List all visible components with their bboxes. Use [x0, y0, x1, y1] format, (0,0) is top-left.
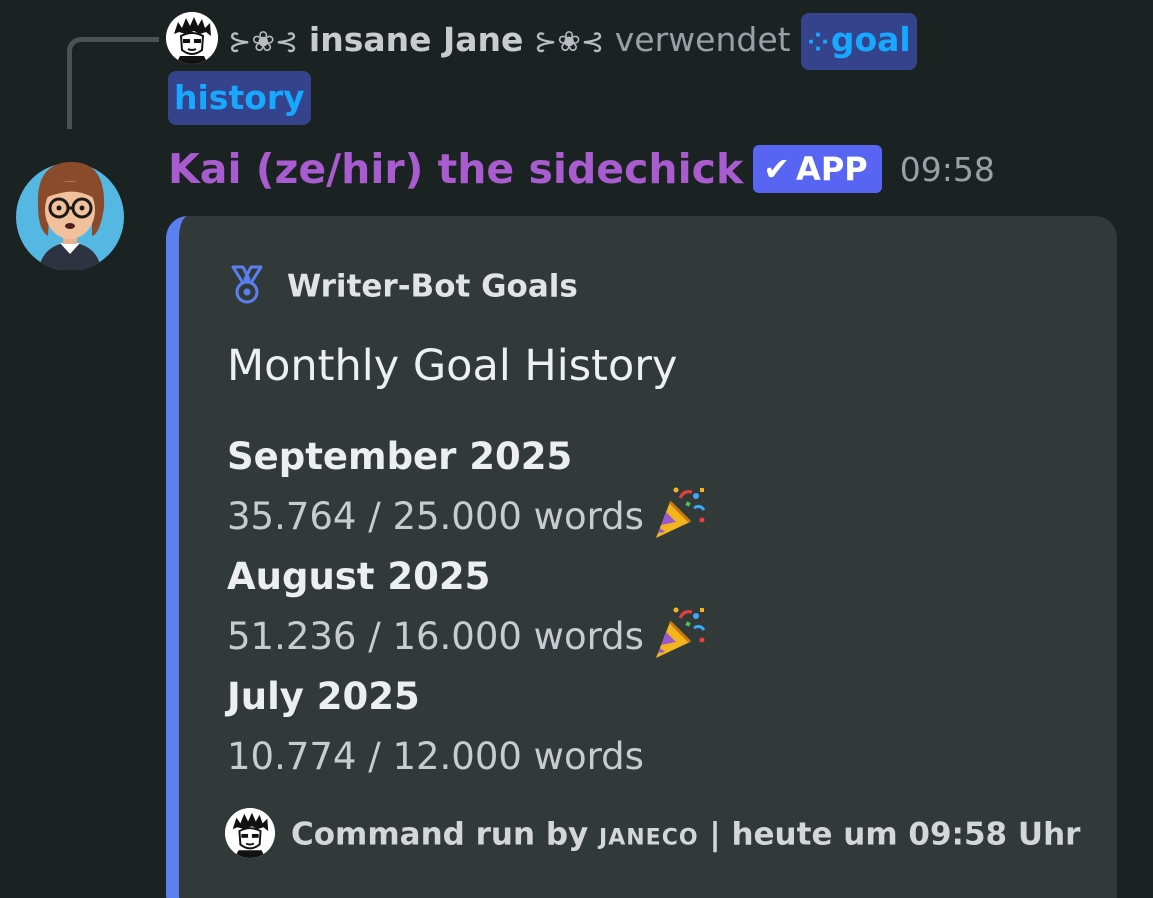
goal-progress: 10.774 / 12.000 words — [227, 726, 708, 788]
goal-month: September 2025 — [227, 435, 573, 478]
goal-progress-text: 35.764 / 25.000 words — [227, 495, 644, 538]
chat-view: ⊱❀⊰ insane Jane ⊱❀⊰ verwendet ⁘goal hist… — [0, 0, 1153, 898]
bot-username[interactable]: Kai (ze/hir) the sidechick — [168, 145, 743, 193]
embed-author: Writer-Bot Goals — [229, 265, 578, 308]
embed-footer: Command run by janeco | heute um 09:58 U… — [225, 808, 1081, 861]
footer-username: janeco — [599, 816, 699, 853]
embed-title: Monthly Goal History — [227, 341, 678, 391]
message-header: Kai (ze/hir) the sidechick ✔ APP 09:58 — [168, 145, 995, 193]
footer-timestamp: | heute um 09:58 Uhr — [709, 816, 1081, 853]
goal-entry: July 2025 10.774 / 12.000 words — [227, 668, 708, 788]
goal-history-embed: Writer-Bot Goals Monthly Goal History Se… — [166, 216, 1117, 898]
goal-progress: 51.236 / 16.000 words — [227, 606, 708, 668]
reply-action-text: verwendet — [614, 20, 791, 59]
app-command-icon: ⁘ — [807, 28, 829, 58]
goal-list: September 2025 35.764 / 25.000 words Aug… — [227, 428, 708, 788]
reply-username[interactable]: insane Jane — [309, 20, 524, 59]
slash-command-mention-continued[interactable]: history — [168, 71, 311, 125]
medal-icon — [229, 265, 265, 305]
goal-progress-text: 51.236 / 16.000 words — [227, 615, 644, 658]
party-popper-icon — [650, 604, 708, 662]
app-badge-label: APP — [796, 150, 868, 188]
reply-user-avatar[interactable] — [166, 11, 218, 64]
goal-progress-text: 10.774 / 12.000 words — [227, 735, 644, 778]
goal-entry: September 2025 35.764 / 25.000 words — [227, 428, 708, 548]
footer-prefix: Command run by — [291, 816, 589, 853]
checkmark-icon: ✔ — [763, 150, 791, 188]
goal-month: August 2025 — [227, 555, 491, 598]
slash-command-mention[interactable]: ⁘goal — [801, 13, 917, 70]
embed-author-name: Writer-Bot Goals — [287, 268, 578, 305]
party-popper-icon — [650, 484, 708, 542]
name-decoration-right: ⊱❀⊰ — [533, 25, 605, 58]
bot-avatar[interactable] — [16, 150, 126, 271]
reply-connector — [67, 37, 159, 129]
name-decoration-left: ⊱❀⊰ — [228, 25, 299, 58]
goal-month: July 2025 — [227, 675, 420, 718]
reply-reference[interactable]: ⊱❀⊰ insane Jane ⊱❀⊰ verwendet ⁘goal hist… — [166, 11, 1026, 126]
goal-entry: August 2025 51.236 / 16.000 words — [227, 548, 708, 668]
command-name-part1: goal — [830, 20, 911, 59]
message-timestamp[interactable]: 09:58 — [900, 150, 995, 189]
goal-progress: 35.764 / 25.000 words — [227, 486, 708, 548]
command-name-part2: history — [174, 78, 305, 117]
footer-user-avatar — [225, 808, 275, 858]
app-badge: ✔ APP — [753, 145, 882, 193]
